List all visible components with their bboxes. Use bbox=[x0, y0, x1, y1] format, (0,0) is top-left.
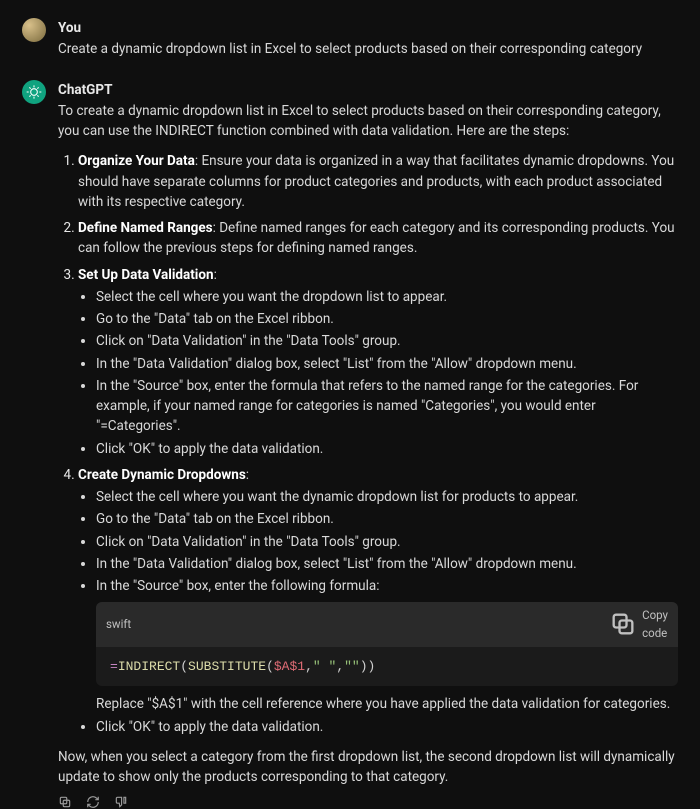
thumbs-down-icon bbox=[114, 795, 128, 809]
user-message: You Create a dynamic dropdown list in Ex… bbox=[22, 18, 678, 60]
step-4-title: Create Dynamic Dropdowns bbox=[78, 467, 246, 483]
assistant-outro: Now, when you select a category from the… bbox=[58, 747, 678, 788]
step-3-substeps: Select the cell where you want the dropd… bbox=[78, 287, 678, 459]
list-item: Go to the "Data" tab on the Excel ribbon… bbox=[96, 509, 678, 529]
user-avatar bbox=[22, 18, 46, 42]
list-item: Click "OK" to apply the data validation. bbox=[96, 717, 678, 737]
list-item: In the "Data Validation" dialog box, sel… bbox=[96, 354, 678, 374]
list-item: Select the cell where you want the dropd… bbox=[96, 287, 678, 307]
step-1-title: Organize Your Data bbox=[78, 153, 195, 169]
dislike-button[interactable] bbox=[114, 795, 128, 809]
user-text: Create a dynamic dropdown list in Excel … bbox=[58, 39, 678, 59]
code-language-label: swift bbox=[106, 616, 131, 633]
step-4-substeps: Select the cell where you want the dynam… bbox=[78, 487, 678, 737]
code-content: =INDIRECT(SUBSTITUTE($A$1," ","")) bbox=[96, 647, 678, 687]
list-item: In the "Data Validation" dialog box, sel… bbox=[96, 554, 678, 574]
copy-code-button[interactable]: Copy code bbox=[609, 607, 668, 642]
regenerate-button[interactable] bbox=[86, 795, 100, 809]
copy-message-button[interactable] bbox=[58, 795, 72, 809]
code-block: swift Copy code =INDIRECT(SUBSTITUTE($A$… bbox=[96, 602, 678, 686]
user-sender-label: You bbox=[58, 18, 678, 38]
copy-code-label: Copy code bbox=[642, 607, 668, 642]
list-item: Click on "Data Validation" in the "Data … bbox=[96, 331, 678, 351]
list-item: Click "OK" to apply the data validation. bbox=[96, 439, 678, 459]
assistant-message: ChatGPT To create a dynamic dropdown lis… bbox=[22, 80, 678, 809]
message-actions bbox=[58, 795, 678, 809]
step-3-title: Set Up Data Validation bbox=[78, 267, 214, 283]
steps-list: Organize Your Data: Ensure your data is … bbox=[58, 151, 678, 737]
refresh-icon bbox=[86, 795, 100, 809]
code-after-text: Replace "$A$1" with the cell reference w… bbox=[96, 696, 670, 712]
list-item: In the "Source" box, enter the formula t… bbox=[96, 376, 678, 437]
step-4-body: : bbox=[246, 467, 249, 483]
user-message-body: You Create a dynamic dropdown list in Ex… bbox=[58, 18, 678, 60]
step-3: Set Up Data Validation: Select the cell … bbox=[78, 265, 678, 459]
copy-icon bbox=[609, 610, 637, 638]
assistant-sender-label: ChatGPT bbox=[58, 80, 678, 100]
copy-icon bbox=[58, 795, 72, 809]
step-3-body: : bbox=[214, 267, 217, 283]
assistant-intro: To create a dynamic dropdown list in Exc… bbox=[58, 101, 678, 142]
step-4: Create Dynamic Dropdowns: Select the cel… bbox=[78, 465, 678, 737]
list-item: Click on "Data Validation" in the "Data … bbox=[96, 532, 678, 552]
step-2: Define Named Ranges: Define named ranges… bbox=[78, 218, 678, 259]
step-1: Organize Your Data: Ensure your data is … bbox=[78, 151, 678, 212]
list-item: Go to the "Data" tab on the Excel ribbon… bbox=[96, 309, 678, 329]
chatgpt-logo-icon bbox=[26, 84, 42, 100]
code-header: swift Copy code bbox=[96, 602, 678, 647]
list-item: Select the cell where you want the dynam… bbox=[96, 487, 678, 507]
list-item: In the "Source" box, enter the following… bbox=[96, 576, 678, 715]
assistant-message-body: ChatGPT To create a dynamic dropdown lis… bbox=[58, 80, 678, 809]
list-item-text: In the "Source" box, enter the following… bbox=[96, 578, 380, 594]
step-2-title: Define Named Ranges bbox=[78, 220, 213, 236]
chatgpt-avatar bbox=[22, 80, 46, 104]
